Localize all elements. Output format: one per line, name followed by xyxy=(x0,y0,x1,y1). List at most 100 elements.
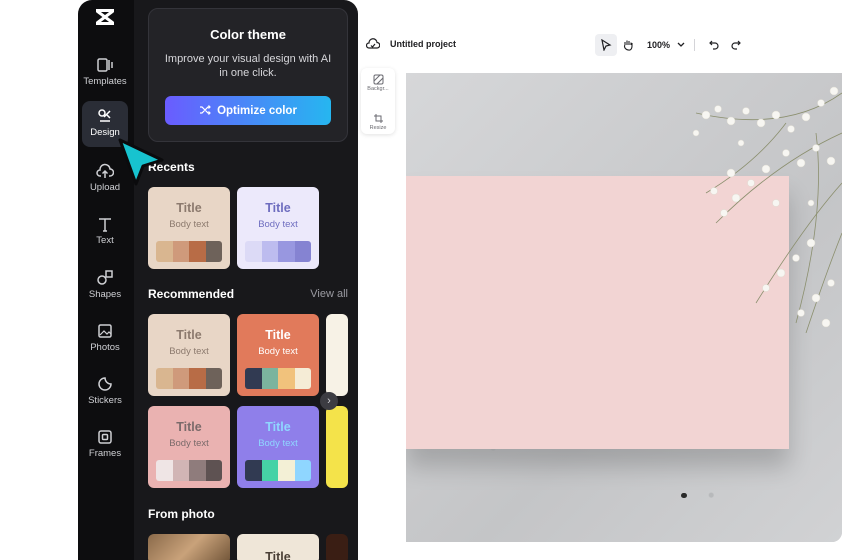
recent-theme-card[interactable]: Title Body text xyxy=(148,187,230,269)
rail-label: Text xyxy=(96,235,114,246)
card-title: Title xyxy=(176,420,202,434)
project-name[interactable]: Untitled project xyxy=(390,39,456,49)
stickers-icon xyxy=(98,377,112,391)
rail-label: Frames xyxy=(88,448,122,459)
from-photo-card[interactable]: Title xyxy=(237,534,319,560)
hand-tool-button[interactable] xyxy=(617,34,639,56)
card-body-text: Body text xyxy=(169,438,209,449)
swatch xyxy=(278,460,295,481)
swatch-row xyxy=(156,241,222,262)
swatch xyxy=(172,368,189,389)
swatch xyxy=(205,241,222,262)
recommended-theme-card-partial[interactable] xyxy=(326,406,348,488)
upload-icon xyxy=(96,163,114,178)
from-photo-heading: From photo xyxy=(148,507,215,521)
resize-tool-button[interactable]: Resize xyxy=(361,113,395,146)
design-canvas[interactable] xyxy=(406,73,842,542)
swatch-row xyxy=(245,368,311,389)
swatch xyxy=(156,368,173,389)
swatch xyxy=(294,241,311,262)
photos-icon xyxy=(98,324,112,338)
templates-icon xyxy=(97,58,113,72)
recommended-theme-card-partial[interactable] xyxy=(326,314,348,396)
swatch xyxy=(261,241,278,262)
swatch xyxy=(261,460,278,481)
redo-icon xyxy=(731,40,741,50)
card-body-text: Body text xyxy=(169,346,209,357)
toolbar-divider xyxy=(694,39,696,51)
swatch-row xyxy=(245,241,311,262)
swatch xyxy=(189,241,206,262)
chevron-down-icon[interactable] xyxy=(676,41,686,49)
text-icon xyxy=(99,218,111,232)
swatch xyxy=(261,368,278,389)
capcut-logo[interactable] xyxy=(94,8,116,28)
design-panel: Color theme Improve your visual design w… xyxy=(134,0,358,560)
cloud-save-icon[interactable] xyxy=(366,38,380,50)
view-all-link[interactable]: View all xyxy=(310,288,348,300)
zoom-level[interactable]: 100% xyxy=(647,40,670,50)
rail-label: Stickers xyxy=(88,395,122,406)
recommended-theme-card[interactable]: Title Body text xyxy=(148,314,230,396)
redo-button[interactable] xyxy=(725,34,747,56)
canvas-toolbar: 100% xyxy=(595,33,747,57)
background-tool-button[interactable]: Backgr... xyxy=(361,74,395,107)
rail-item-stickers[interactable]: Stickers xyxy=(82,369,128,415)
rail-item-shapes[interactable]: Shapes xyxy=(82,263,128,309)
swatch xyxy=(156,241,173,262)
swatch-row xyxy=(245,460,311,481)
swatch xyxy=(245,368,262,389)
resize-icon xyxy=(373,114,383,123)
recommended-theme-card[interactable]: Title Body text xyxy=(148,406,230,488)
swatch xyxy=(172,460,189,481)
card-body-text: Body text xyxy=(258,346,298,357)
undo-button[interactable] xyxy=(703,34,725,56)
rail-item-templates[interactable]: Templates xyxy=(82,50,128,96)
hand-icon xyxy=(623,40,633,51)
optimize-color-button[interactable]: Optimize color xyxy=(165,96,331,125)
color-theme-card: Color theme Improve your visual design w… xyxy=(148,8,348,142)
swatch xyxy=(294,368,311,389)
shuffle-icon xyxy=(200,105,211,115)
design-icon xyxy=(98,109,111,122)
recommended-theme-card[interactable]: Title Body text xyxy=(237,314,319,396)
undo-icon xyxy=(709,40,719,50)
rail-item-photos[interactable]: Photos xyxy=(82,316,128,362)
from-photo-card-partial[interactable] xyxy=(326,534,348,560)
background-tool-label: Backgr... xyxy=(367,86,389,92)
pointer-icon xyxy=(601,39,612,51)
card-title: Title xyxy=(265,201,291,215)
editor-header: Untitled project 100% xyxy=(358,28,842,62)
swatch xyxy=(205,368,222,389)
rail-label: Templates xyxy=(83,76,127,87)
swatch xyxy=(294,460,311,481)
recent-theme-card[interactable]: Title Body text xyxy=(237,187,319,269)
recommended-heading: Recommended xyxy=(148,287,235,301)
rail-item-text[interactable]: Text xyxy=(82,209,128,255)
select-tool-button[interactable] xyxy=(595,34,617,56)
swatch xyxy=(205,460,222,481)
frames-icon xyxy=(98,430,112,444)
rail-item-frames[interactable]: Frames xyxy=(82,422,128,468)
from-photo-card[interactable] xyxy=(148,534,230,560)
card-title: Title xyxy=(265,550,291,560)
swatch-row xyxy=(156,368,222,389)
swatch-row xyxy=(156,460,222,481)
scroll-right-icon[interactable]: › xyxy=(320,392,338,410)
card-title: Title xyxy=(176,201,202,215)
editor-app: Templates Design Upload Text Shapes Phot… xyxy=(78,0,842,560)
babys-breath-flowers-image xyxy=(692,86,842,333)
resize-tool-label: Resize xyxy=(369,125,387,131)
card-body-text: Body text xyxy=(258,438,298,449)
recommended-theme-card[interactable]: Title Body text xyxy=(237,406,319,488)
swatch xyxy=(278,368,295,389)
shapes-icon xyxy=(97,270,113,285)
swatch xyxy=(156,460,173,481)
background-icon xyxy=(373,74,383,85)
cursor-pointer-icon xyxy=(118,138,164,186)
stone-speck xyxy=(681,493,687,498)
swatch xyxy=(278,241,295,262)
card-title: Title xyxy=(265,420,291,434)
swatch xyxy=(245,460,262,481)
card-title: Title xyxy=(265,328,291,342)
